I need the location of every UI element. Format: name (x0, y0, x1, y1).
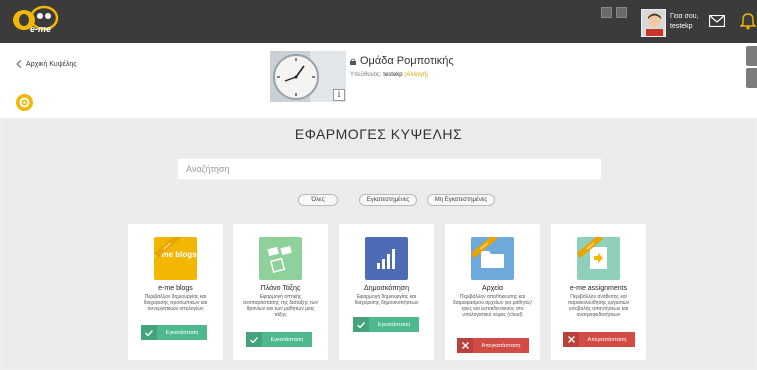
lock-icon (350, 58, 356, 65)
logo-text: e-me (30, 24, 52, 34)
change-owner-link[interactable]: (Αλλαγή) (404, 72, 428, 78)
group-name: Ομάδα Ρομποτικής (360, 55, 454, 67)
window-button[interactable] (601, 7, 612, 18)
app-description: Εφαρμογή δημιουργίας και διαχείρισης δημ… (354, 294, 419, 306)
install-label: Εγκατάσταση (377, 321, 411, 328)
user-greeting[interactable]: Γεια σου, testekp (670, 12, 699, 32)
side-panel-button[interactable] (746, 46, 757, 66)
owner-line: Υπεύθυνος: testekp (Αλλαγή) (350, 72, 428, 78)
username: testekp (670, 23, 693, 30)
files-app-icon: default (471, 237, 514, 280)
app-name: Δημοσκόπηση (364, 285, 409, 292)
uninstall-label: Απεγκατάσταση (587, 336, 627, 343)
poll-app-icon (365, 237, 408, 280)
install-label: Εγκατάσταση (270, 336, 304, 343)
window-button[interactable] (616, 7, 627, 18)
app-name: e-me blogs (158, 285, 193, 292)
app-description: Περιβάλλον δημιουργίας και διαχείρισης π… (143, 294, 208, 312)
settings-gear-icon[interactable] (16, 94, 33, 111)
filter-all[interactable]: Όλες (298, 194, 338, 206)
app-card-assignments: default e-me assignments Περιβάλλον ανάθ… (551, 224, 646, 360)
search-input[interactable] (177, 158, 602, 180)
chevron-left-icon (16, 60, 22, 68)
greeting-text: Γεια σου, (670, 13, 699, 20)
check-icon (141, 325, 157, 340)
close-icon (563, 332, 579, 347)
check-icon (246, 332, 262, 347)
app-description: Περιβάλλον αποθήκευσης και διαμοιρασμού … (453, 294, 532, 318)
info-button[interactable]: i (333, 89, 345, 101)
side-panel-button[interactable] (746, 68, 757, 88)
app-card-blogs: e-me blogs default e-me blogs Περιβάλλον… (128, 224, 223, 360)
app-description: Εφαρμογή οπτικής αναπαράστασης της διάτα… (242, 294, 319, 318)
app-name: Πλάνο Τάξης (260, 285, 301, 292)
group-header: Αρχική Κυψέλης i Ομάδα Ρομποτικής Υπεύθυ… (0, 43, 757, 118)
bell-icon[interactable] (740, 12, 756, 30)
back-label: Αρχική Κυψέλης (26, 60, 77, 68)
app-card-files: default Αρχεία Περιβάλλον αποθήκευσης κα… (445, 224, 540, 360)
back-link[interactable]: Αρχική Κυψέλης (16, 60, 77, 68)
app-card-poll: Δημοσκόπηση Εφαρμογή δημιουργίας και δια… (339, 224, 434, 360)
install-button[interactable]: Εγκατάσταση (353, 317, 419, 332)
uninstall-label: Απεγκατάσταση (481, 342, 521, 349)
install-button[interactable]: Εγκατάσταση (141, 325, 207, 340)
install-button[interactable]: Εγκατάσταση (246, 332, 312, 347)
filter-not-installed[interactable]: Μη Εγκατεστημένες (427, 194, 495, 206)
group-title: Ομάδα Ρομποτικής (350, 55, 454, 67)
check-icon (353, 317, 369, 332)
class-plan-app-icon (259, 237, 302, 280)
page-title: ΕΦΑΡΜΟΓΕΣ ΚΥΨΕΛΗΣ (294, 126, 463, 142)
app-card-class-plan: Πλάνο Τάξης Εφαρμογή οπτικής αναπαράστασ… (233, 224, 328, 360)
owner-name: testekp (383, 72, 403, 78)
uninstall-button[interactable]: Απεγκατάσταση (563, 332, 635, 347)
uninstall-button[interactable]: Απεγκατάσταση (457, 338, 529, 353)
blogs-app-icon: e-me blogs default (154, 237, 197, 280)
filter-installed[interactable]: Εγκατεστημένες (359, 194, 417, 206)
owner-prefix: Υπεύθυνος: (350, 72, 382, 78)
assignments-app-icon: default (577, 237, 620, 280)
close-icon (457, 338, 473, 353)
app-name: Αρχεία (481, 285, 504, 292)
mail-icon[interactable] (709, 15, 725, 27)
app-name: e-me assignments (569, 285, 628, 292)
avatar[interactable] (641, 9, 666, 37)
app-description: Περιβάλλον ανάθεσης και παρακολούθησης ε… (567, 294, 630, 318)
top-bar: e-me Γεια σου, testekp (0, 0, 757, 43)
install-label: Εγκατάσταση (165, 329, 199, 336)
